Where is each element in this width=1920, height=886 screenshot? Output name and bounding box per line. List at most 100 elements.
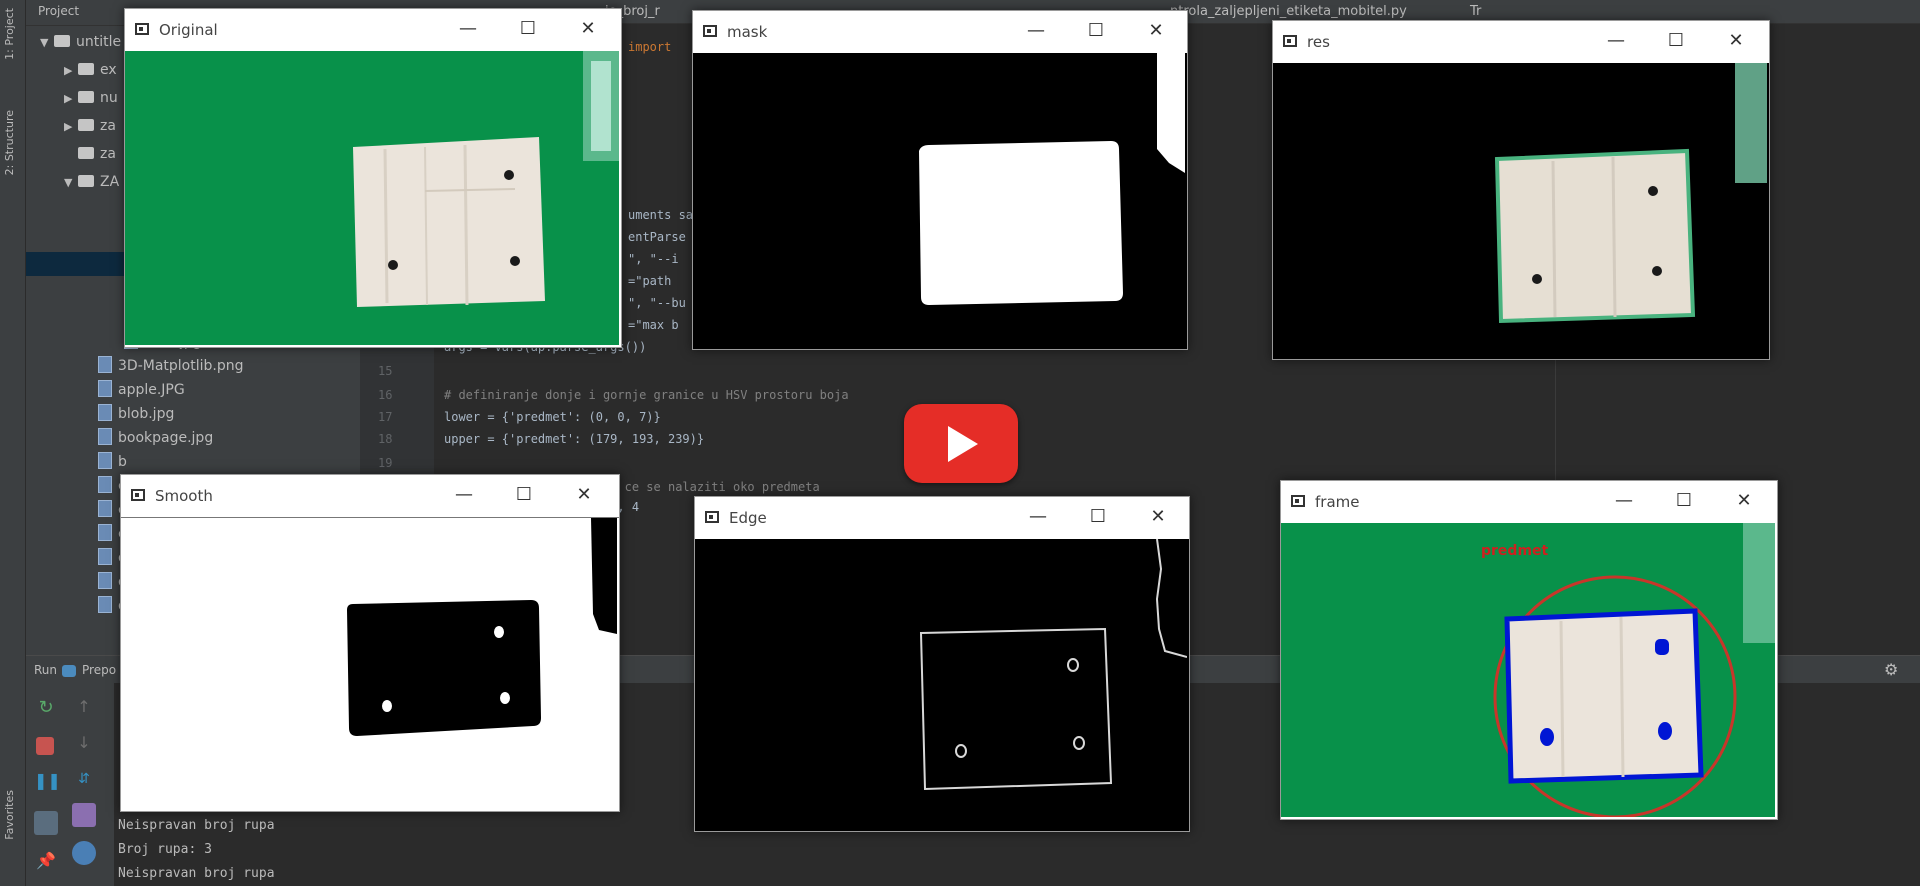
original-window[interactable]: Original — ☐ ✕ xyxy=(124,8,622,348)
folder-icon xyxy=(78,175,94,187)
edge-window[interactable]: Edge — ☐ ✕ xyxy=(694,496,1190,832)
pause-icon[interactable]: ❚❚ xyxy=(34,771,61,795)
run-config-name: Prepo xyxy=(82,663,117,677)
minimize-icon[interactable]: — xyxy=(1611,489,1637,513)
close-icon[interactable]: ✕ xyxy=(1143,19,1169,43)
folder-icon xyxy=(78,91,94,103)
python-icon xyxy=(62,665,76,677)
line-number: 15 xyxy=(378,364,393,378)
tree-file-item[interactable]: b xyxy=(84,452,127,474)
window-titlebar[interactable]: Edge — ☐ ✕ xyxy=(695,497,1189,539)
tree-folder-item[interactable]: za xyxy=(64,146,116,168)
chevron-right-icon[interactable]: ▶ xyxy=(64,120,78,133)
app-icon xyxy=(1291,495,1305,507)
console-line: Broj rupa: 3 xyxy=(118,842,212,857)
line-number: 19 xyxy=(378,456,393,470)
tree-item-label: ex xyxy=(100,62,117,78)
maximize-icon[interactable]: ☐ xyxy=(1663,29,1689,53)
pin-icon[interactable]: 📌 xyxy=(34,851,58,875)
settings-icon[interactable] xyxy=(72,803,96,827)
maximize-icon[interactable]: ☐ xyxy=(515,17,541,41)
folder-icon xyxy=(54,35,70,47)
window-titlebar[interactable]: Original — ☐ ✕ xyxy=(125,9,621,51)
minimize-icon[interactable]: — xyxy=(1025,505,1051,529)
maximize-icon[interactable]: ☐ xyxy=(1085,505,1111,529)
run-toolbar: ↻ ↑ ↓ ❚❚ ⇵ 📌 xyxy=(26,683,114,886)
youtube-play-icon[interactable] xyxy=(904,404,1018,483)
folder-icon xyxy=(78,63,94,75)
editor-tab[interactable]: Tr xyxy=(1470,4,1481,19)
dump-threads-icon[interactable] xyxy=(34,811,58,835)
file-icon xyxy=(98,452,112,469)
tree-item-label: untitle xyxy=(76,34,122,50)
window-titlebar[interactable]: Smooth — ☐ ✕ xyxy=(121,475,619,517)
editor-tab[interactable]: ntrola_zaljepljeni_etiketa_mobitel.py xyxy=(1170,4,1407,19)
project-side-tab[interactable]: 1: Project xyxy=(3,8,16,60)
tree-file-item[interactable]: blob.jpg xyxy=(84,404,174,426)
tree-item-label: ZA xyxy=(100,174,120,190)
code-line: # definiranje donje i gornje granice u H… xyxy=(444,388,849,402)
file-icon xyxy=(98,548,112,565)
window-title: Original xyxy=(159,21,218,39)
minimize-icon[interactable]: — xyxy=(1023,19,1049,43)
minimize-icon[interactable]: — xyxy=(1603,29,1629,53)
tree-file-item[interactable]: apple.JPG xyxy=(84,380,185,402)
run-tab-label[interactable]: Run xyxy=(34,663,57,677)
res-window[interactable]: res — ☐ ✕ xyxy=(1272,20,1770,360)
rerun-icon[interactable]: ↻ xyxy=(34,697,58,721)
app-icon xyxy=(705,511,719,523)
window-titlebar[interactable]: frame — ☐ ✕ xyxy=(1281,481,1777,523)
print-icon[interactable] xyxy=(72,841,96,865)
up-arrow-icon[interactable]: ↑ xyxy=(72,697,96,721)
chevron-right-icon[interactable]: ▶ xyxy=(64,64,78,77)
original-image xyxy=(125,51,621,347)
window-title: Edge xyxy=(729,509,767,527)
app-icon xyxy=(703,25,717,37)
app-icon xyxy=(1283,35,1297,47)
frame-window[interactable]: frame — ☐ ✕ predmet xyxy=(1280,480,1778,820)
window-titlebar[interactable]: res — ☐ ✕ xyxy=(1273,21,1769,63)
window-titlebar[interactable]: mask — ☐ ✕ xyxy=(693,11,1187,53)
tree-item-label: 3D-Matplotlib.png xyxy=(118,358,244,374)
favorites-side-tab[interactable]: Favorites xyxy=(3,790,16,840)
chevron-right-icon[interactable]: ▶ xyxy=(64,92,78,105)
chevron-down-icon[interactable]: ▼ xyxy=(40,36,54,49)
maximize-icon[interactable]: ☐ xyxy=(1083,19,1109,43)
down-arrow-icon[interactable]: ↓ xyxy=(72,733,96,757)
console-line: Neispravan broj rupa xyxy=(118,818,275,833)
maximize-icon[interactable]: ☐ xyxy=(1671,489,1697,513)
close-icon[interactable]: ✕ xyxy=(571,483,597,507)
structure-side-tab[interactable]: 2: Structure xyxy=(3,110,16,175)
code-line: ", "--bu xyxy=(628,296,686,310)
tree-item-label: apple.JPG xyxy=(118,382,185,398)
tree-file-item[interactable]: bookpage.jpg xyxy=(84,428,213,450)
project-header-label[interactable]: Project xyxy=(38,4,79,18)
tree-folder-item[interactable]: ▼ ZA xyxy=(64,174,119,196)
tree-folder-item[interactable]: ▶ ex xyxy=(64,62,117,84)
file-icon xyxy=(98,524,112,541)
code-line: upper = {'predmet': (179, 193, 239)} xyxy=(444,432,705,446)
maximize-icon[interactable]: ☐ xyxy=(511,483,537,507)
smooth-window[interactable]: Smooth — ☐ ✕ xyxy=(120,474,620,812)
tree-folder-item[interactable]: ▶ nu xyxy=(64,90,118,112)
layout-icon[interactable]: ⇵ xyxy=(72,771,96,795)
folder-icon xyxy=(78,119,94,131)
ide-side-toolbar: 1: Project 2: Structure Favorites xyxy=(0,0,26,886)
close-icon[interactable]: ✕ xyxy=(575,17,601,41)
tree-folder-item[interactable]: ▼ untitle xyxy=(40,34,121,56)
stop-icon[interactable] xyxy=(36,737,54,755)
tree-file-item[interactable]: 3D-Matplotlib.png xyxy=(84,356,243,378)
close-icon[interactable]: ✕ xyxy=(1731,489,1757,513)
chevron-down-icon[interactable]: ▼ xyxy=(64,176,78,189)
line-number: 16 xyxy=(378,388,393,402)
close-icon[interactable]: ✕ xyxy=(1723,29,1749,53)
tree-folder-item[interactable]: ▶ za xyxy=(64,118,116,140)
file-icon xyxy=(98,356,112,373)
gear-icon[interactable]: ⚙ xyxy=(1884,660,1898,679)
mask-window[interactable]: mask — ☐ ✕ xyxy=(692,10,1188,350)
tree-item-label: za xyxy=(100,118,116,134)
tree-item-label: nu xyxy=(100,90,118,106)
minimize-icon[interactable]: — xyxy=(451,483,477,507)
close-icon[interactable]: ✕ xyxy=(1145,505,1171,529)
minimize-icon[interactable]: — xyxy=(455,17,481,41)
